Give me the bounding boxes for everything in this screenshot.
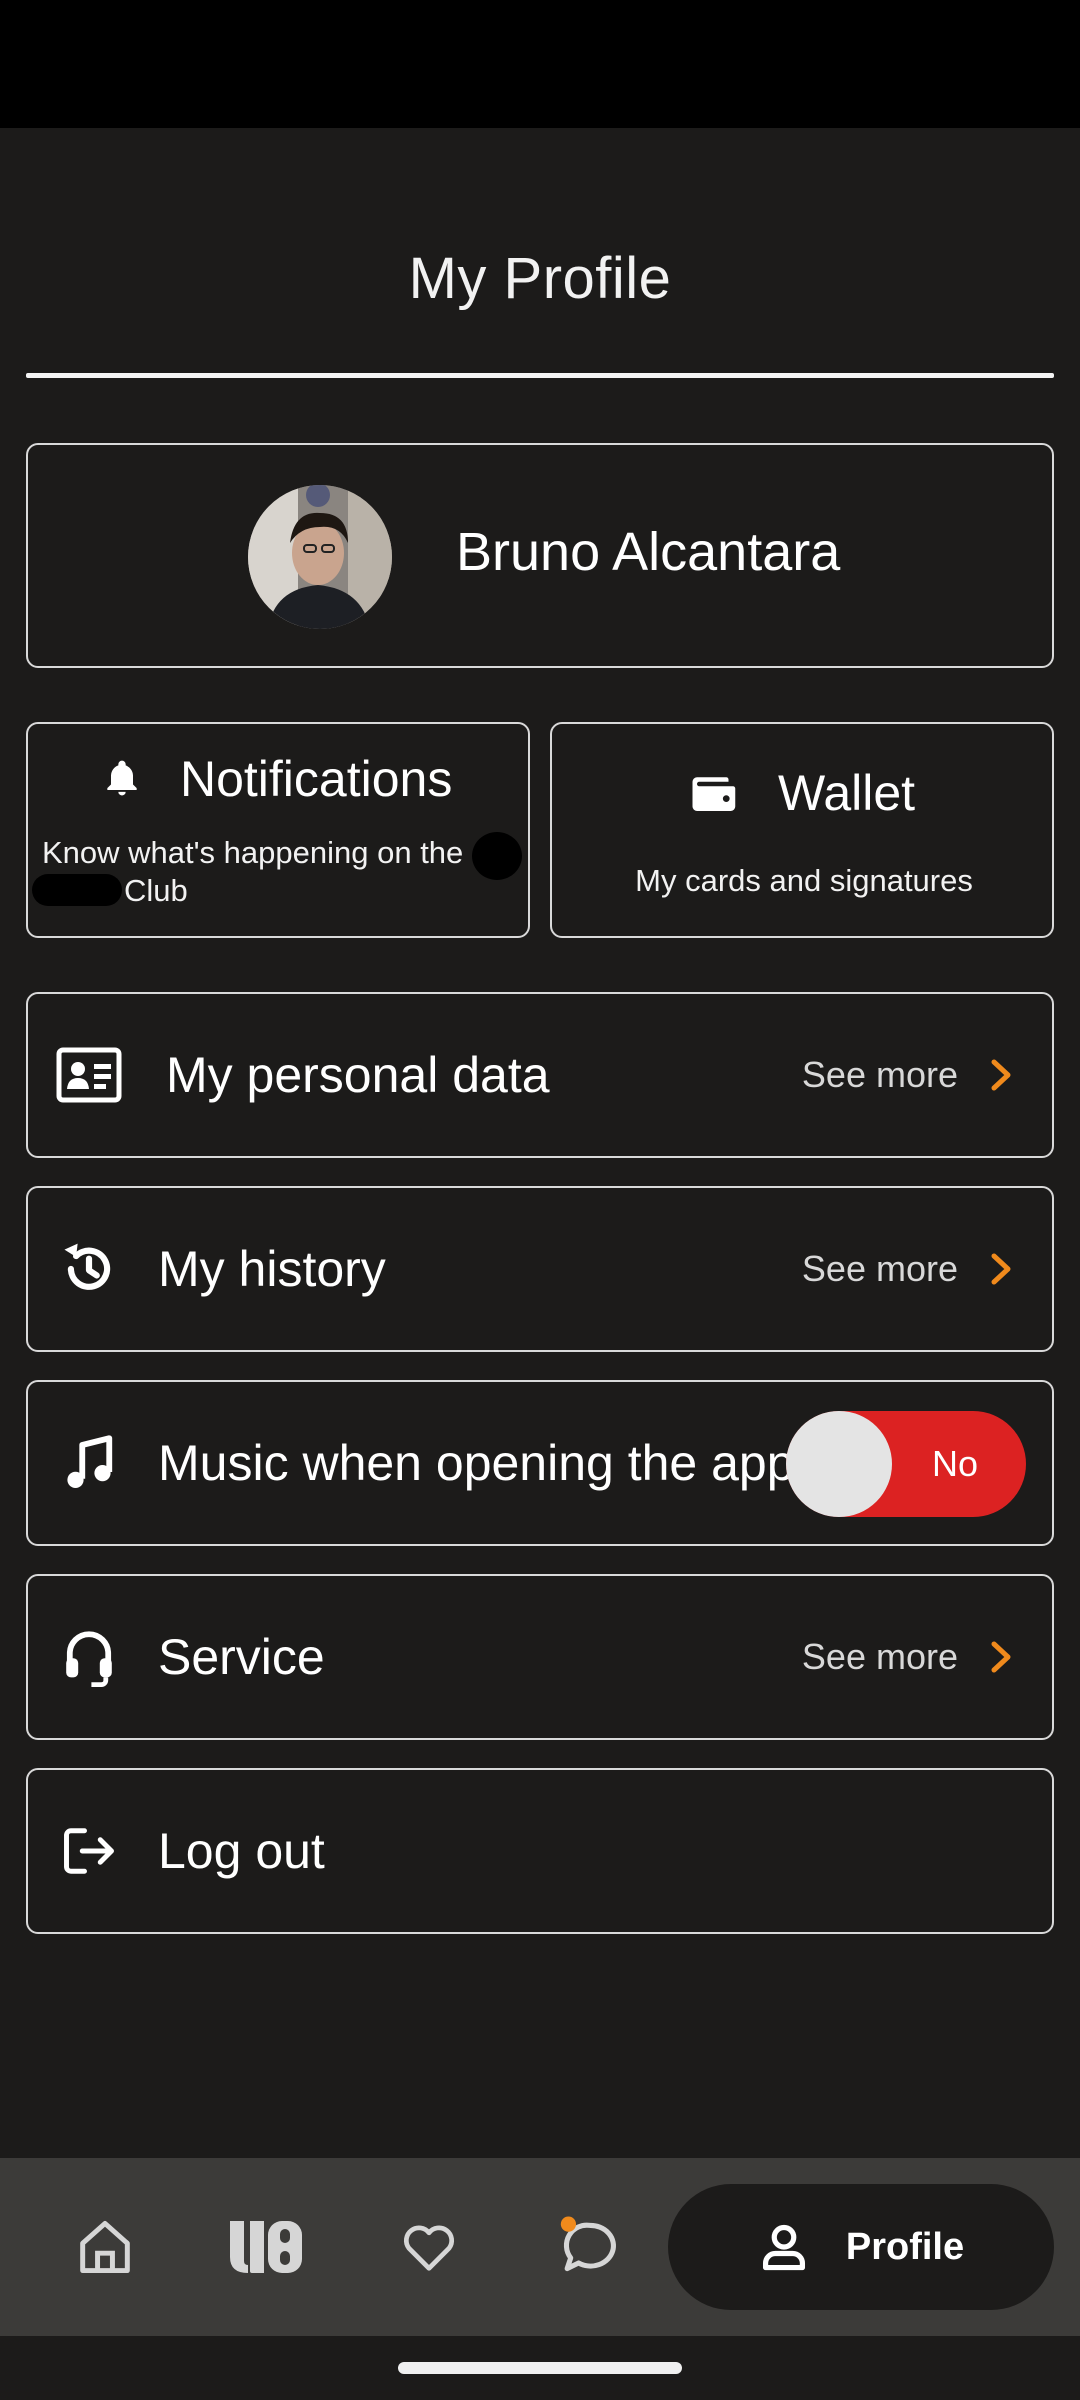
status-bar bbox=[0, 0, 1080, 128]
heart-icon bbox=[403, 2225, 455, 2271]
chevron-right-icon bbox=[986, 1058, 1016, 1092]
history-label: My history bbox=[158, 1241, 386, 1297]
redaction-mark bbox=[472, 832, 522, 880]
music-row: Music when opening the app No bbox=[26, 1380, 1054, 1546]
nav-profile-button[interactable]: Profile bbox=[668, 2184, 1054, 2310]
wallet-icon bbox=[688, 766, 742, 820]
person-icon bbox=[762, 2224, 805, 2271]
see-more-link[interactable]: See more bbox=[802, 1636, 958, 1678]
see-more-link[interactable]: See more bbox=[802, 1248, 958, 1290]
system-gesture-area bbox=[0, 2336, 1080, 2400]
service-label: Service bbox=[158, 1629, 325, 1685]
wallet-description: My cards and signatures bbox=[635, 863, 973, 898]
chat-icon bbox=[560, 2216, 616, 2272]
history-icon bbox=[54, 1234, 124, 1304]
personal-data-label: My personal data bbox=[166, 1047, 550, 1103]
toggle-knob bbox=[786, 1411, 892, 1517]
nav-home-button[interactable] bbox=[70, 2212, 140, 2282]
title-underline bbox=[26, 373, 1054, 378]
home-gesture-bar[interactable] bbox=[398, 2362, 682, 2374]
chevron-right-icon bbox=[986, 1252, 1016, 1286]
notifications-title: Notifications bbox=[180, 751, 453, 807]
redaction-mark bbox=[32, 874, 122, 906]
service-row[interactable]: Service See more bbox=[26, 1574, 1054, 1740]
logout-row[interactable]: Log out bbox=[26, 1768, 1054, 1934]
nav-brand-button[interactable] bbox=[226, 2212, 306, 2282]
page-title: My Profile bbox=[408, 246, 672, 311]
bell-icon bbox=[100, 757, 144, 801]
logout-icon bbox=[54, 1816, 124, 1886]
bottom-navigation: Profile bbox=[0, 2158, 1080, 2336]
music-label: Music when opening the app bbox=[158, 1435, 795, 1491]
id-card-icon bbox=[54, 1040, 124, 1110]
nav-chat-button[interactable] bbox=[552, 2209, 628, 2285]
profile-name: Bruno Alcantara bbox=[456, 522, 841, 582]
notifications-tile[interactable]: Notifications Know what's happening on t… bbox=[26, 722, 530, 938]
brand-logo-icon bbox=[230, 2221, 302, 2273]
wallet-tile[interactable]: Wallet My cards and signatures bbox=[550, 722, 1054, 938]
logout-label: Log out bbox=[158, 1823, 325, 1879]
personal-data-row[interactable]: My personal data See more bbox=[26, 992, 1054, 1158]
avatar bbox=[248, 485, 392, 629]
wallet-title: Wallet bbox=[778, 765, 916, 821]
home-icon bbox=[80, 2220, 130, 2274]
nav-favorites-button[interactable] bbox=[394, 2212, 464, 2282]
chevron-right-icon bbox=[986, 1640, 1016, 1674]
nav-profile-label: Profile bbox=[845, 2225, 965, 2268]
see-more-link[interactable]: See more bbox=[802, 1054, 958, 1096]
music-note-icon bbox=[54, 1428, 124, 1498]
history-row[interactable]: My history See more bbox=[26, 1186, 1054, 1352]
toggle-state-text: No bbox=[932, 1443, 979, 1484]
music-toggle[interactable]: No bbox=[786, 1411, 1026, 1517]
profile-card[interactable]: Bruno Alcantara bbox=[26, 443, 1054, 668]
headset-icon bbox=[54, 1622, 124, 1692]
